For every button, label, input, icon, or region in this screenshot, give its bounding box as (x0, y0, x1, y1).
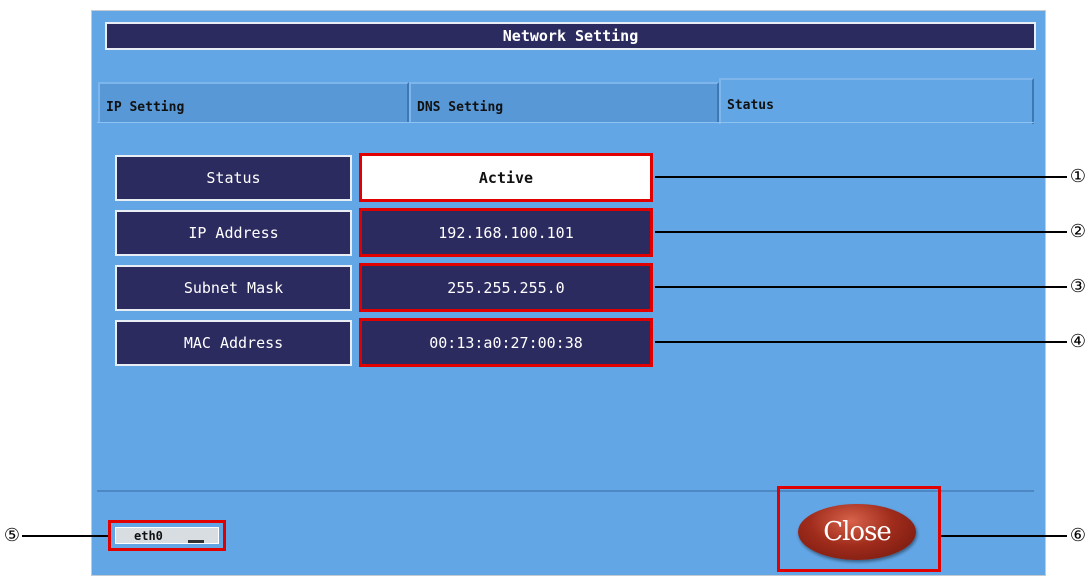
mac-address-label: MAC Address (115, 320, 352, 366)
callout-line-1 (655, 176, 1067, 178)
interface-dropdown[interactable]: eth0 (115, 527, 219, 544)
close-button[interactable]: Close (798, 504, 916, 560)
callout-2: ② (1069, 221, 1087, 242)
subnet-mask-label: Subnet Mask (115, 265, 352, 311)
dropdown-indicator-icon (188, 540, 204, 543)
interface-dropdown-highlight: eth0 (108, 520, 226, 551)
callout-4: ④ (1069, 331, 1087, 352)
callout-5: ⑤ (3, 525, 21, 546)
callout-line-4 (655, 341, 1067, 343)
interface-dropdown-value: eth0 (134, 528, 163, 543)
callout-1: ① (1069, 166, 1087, 187)
callout-line-6 (941, 535, 1067, 537)
tab-status[interactable]: Status (719, 78, 1034, 124)
callout-6: ⑥ (1069, 525, 1087, 546)
callout-line-5 (22, 535, 108, 537)
subnet-mask-value: 255.255.255.0 (359, 263, 653, 312)
window-title: Network Setting (105, 22, 1036, 50)
callout-line-2 (655, 231, 1067, 233)
ip-address-value: 192.168.100.101 (359, 208, 653, 257)
callout-line-3 (655, 286, 1067, 288)
ip-address-label: IP Address (115, 210, 352, 256)
tab-dns-setting[interactable]: DNS Setting (409, 82, 719, 122)
status-label: Status (115, 155, 352, 201)
callout-3: ③ (1069, 276, 1087, 297)
mac-address-value: 00:13:a0:27:00:38 (359, 318, 653, 367)
tab-ip-setting[interactable]: IP Setting (98, 82, 409, 122)
status-value: Active (359, 153, 653, 202)
